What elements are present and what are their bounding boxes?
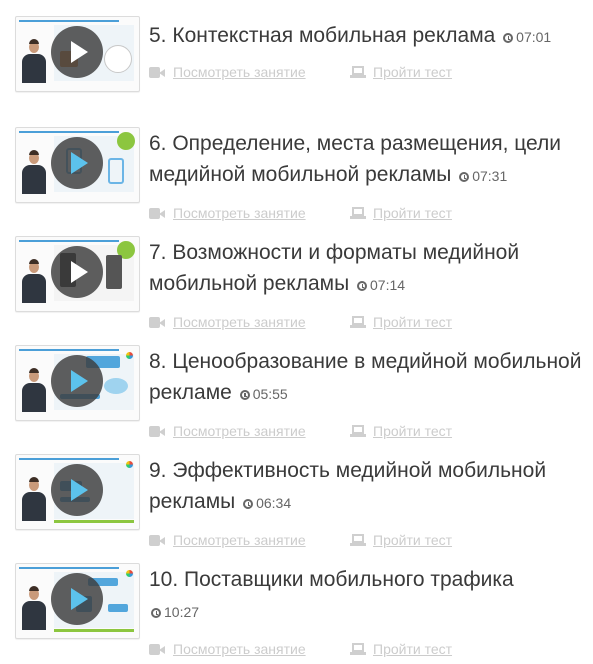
lesson-thumbnail[interactable] [15,16,140,92]
lesson-duration: 05:55 [238,386,288,402]
lesson-title-text: 10. Поставщики мобильного трафика [149,568,514,591]
laptop-icon [350,207,366,220]
play-icon[interactable] [51,26,103,78]
video-camera-icon [149,207,166,219]
video-camera-icon [149,66,166,78]
watch-lesson-label: Посмотреть занятие [173,205,306,221]
watch-lesson-link[interactable]: Посмотреть занятие [149,63,306,81]
lesson-title[interactable]: 10. Поставщики мобильного трафика 10:27 [149,564,589,628]
clock-icon [239,390,250,400]
clock-icon [503,33,514,43]
laptop-icon [350,643,366,656]
clock-icon [151,608,161,618]
clock-icon [243,499,254,509]
duration-text: 06:34 [256,495,292,511]
take-test-label: Пройти тест [373,423,453,439]
lesson-thumbnail[interactable] [15,563,140,639]
laptop-icon [350,316,366,329]
lesson-title[interactable]: 6. Определение, места размещения, цели м… [149,128,589,192]
take-test-label: Пройти тест [373,532,453,548]
play-icon[interactable] [51,355,103,407]
duration-text: 07:31 [472,168,508,184]
watch-lesson-label: Посмотреть занятие [173,641,306,657]
lesson-title-text: 9. Эффективность медийной мобильной рекл… [149,459,547,513]
lesson-thumbnail[interactable] [15,127,140,203]
duration-text: 10:27 [164,604,200,620]
watch-lesson-link[interactable]: Посмотреть занятие [149,640,306,658]
watch-lesson-label: Посмотреть занятие [173,64,306,80]
duration-text: 07:01 [516,29,552,45]
play-icon[interactable] [51,573,103,625]
lesson-duration: 10:27 [149,604,199,620]
lesson-thumbnail[interactable] [15,454,140,530]
watch-lesson-label: Посмотреть занятие [173,423,306,439]
take-test-link[interactable]: Пройти тест [350,640,452,658]
lesson-duration: 07:31 [457,168,507,184]
video-camera-icon [149,643,166,655]
play-icon[interactable] [51,464,103,516]
lesson-title[interactable]: 8. Ценообразование в медийной мобильной … [149,346,589,410]
watch-lesson-link[interactable]: Посмотреть занятие [149,422,306,440]
clock-icon [357,281,367,291]
video-camera-icon [149,534,166,546]
watch-lesson-label: Посмотреть занятие [173,532,306,548]
lesson-duration: 06:34 [241,495,291,511]
take-test-label: Пройти тест [373,205,453,221]
lesson-title[interactable]: 7. Возможности и форматы медийной мобиль… [149,237,589,301]
lesson-title[interactable]: 5. Контекстная мобильная реклама 07:01 [149,20,589,53]
lesson-title-text: 8. Ценообразование в медийной мобильной … [149,350,582,404]
play-icon[interactable] [51,246,103,298]
lesson-thumbnail[interactable] [15,345,140,421]
lesson-thumbnail[interactable] [15,236,140,312]
lesson-duration: 07:14 [355,277,405,293]
lesson-title-text: 5. Контекстная мобильная реклама [149,24,496,47]
take-test-link[interactable]: Пройти тест [350,422,452,440]
take-test-link[interactable]: Пройти тест [350,204,452,222]
take-test-label: Пройти тест [373,314,453,330]
take-test-link[interactable]: Пройти тест [350,531,452,549]
play-icon[interactable] [51,137,103,189]
video-camera-icon [149,425,166,437]
watch-lesson-label: Посмотреть занятие [173,314,306,330]
take-test-label: Пройти тест [373,641,453,657]
take-test-link[interactable]: Пройти тест [350,313,452,331]
duration-text: 07:14 [370,277,406,293]
lesson-title[interactable]: 9. Эффективность медийной мобильной рекл… [149,455,589,519]
clock-icon [459,172,470,182]
lesson-title-text: 7. Возможности и форматы медийной мобиль… [149,241,520,295]
lesson-duration: 07:01 [501,29,551,45]
take-test-link[interactable]: Пройти тест [350,63,452,81]
watch-lesson-link[interactable]: Посмотреть занятие [149,313,306,331]
laptop-icon [350,534,366,547]
watch-lesson-link[interactable]: Посмотреть занятие [149,531,306,549]
video-camera-icon [149,316,166,328]
laptop-icon [350,66,366,79]
duration-text: 05:55 [252,386,288,402]
watch-lesson-link[interactable]: Посмотреть занятие [149,204,306,222]
take-test-label: Пройти тест [373,64,453,80]
laptop-icon [350,425,366,438]
